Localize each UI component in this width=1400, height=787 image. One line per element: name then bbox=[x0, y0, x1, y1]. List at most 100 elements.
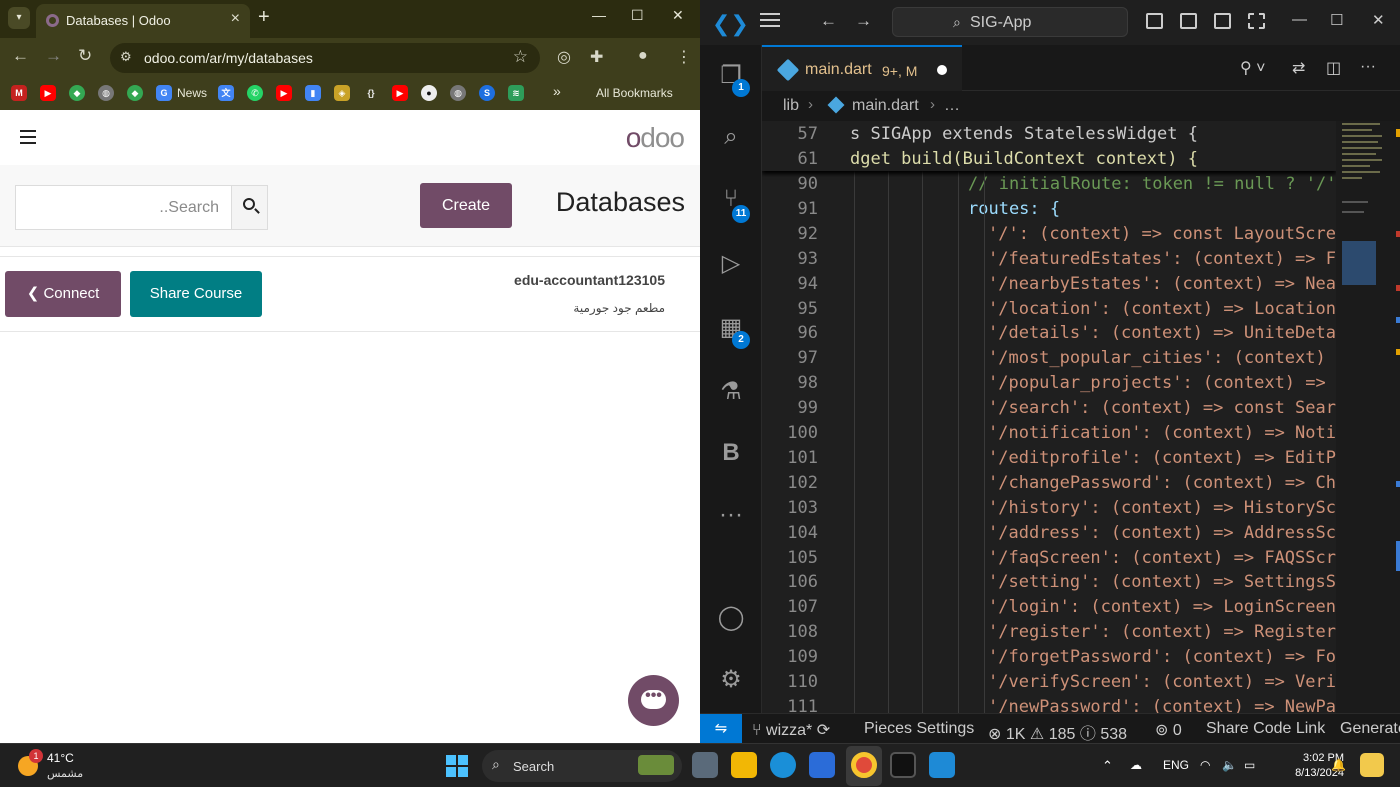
hamburger-menu-icon[interactable] bbox=[20, 130, 36, 144]
unsaved-dot-icon[interactable] bbox=[937, 65, 947, 75]
pieces-settings[interactable]: Pieces Settings bbox=[864, 720, 974, 738]
nav-back-icon[interactable]: ← bbox=[820, 11, 837, 31]
store-icon[interactable] bbox=[809, 752, 835, 778]
editor-tab-main-dart[interactable]: main.dart 9+, M bbox=[762, 45, 962, 91]
windows-start-icon[interactable] bbox=[446, 755, 468, 777]
crypto-bookmark-icon[interactable]: ◈ bbox=[334, 85, 350, 101]
split-editor-icon[interactable]: ◫ bbox=[1326, 58, 1341, 78]
testing-flask-icon[interactable]: ⚗ bbox=[716, 377, 746, 407]
ports-status[interactable]: ⊚ 0 bbox=[1155, 720, 1182, 740]
generate-status[interactable]: Generate bbox=[1340, 720, 1400, 738]
weather-temperature[interactable]: 41°C bbox=[47, 751, 74, 765]
profile-avatar-icon[interactable]: ● bbox=[638, 47, 648, 65]
volume-icon[interactable]: 🔈 bbox=[1222, 758, 1237, 772]
problems-status[interactable]: ⊗ 1K ⚠ 185 ⓘ 538 bbox=[988, 720, 1127, 744]
maximize-icon[interactable]: ☐ bbox=[631, 7, 644, 24]
github-bookmark-icon[interactable]: ● bbox=[421, 85, 437, 101]
maps-bookmark-icon[interactable]: ◆ bbox=[69, 85, 85, 101]
close-window-icon[interactable]: ✕ bbox=[672, 7, 684, 24]
bookmark-star-icon[interactable]: ☆ bbox=[513, 47, 528, 67]
terminal-icon[interactable] bbox=[890, 752, 916, 778]
youtube-bookmark-icon-3[interactable]: ▶ bbox=[392, 85, 408, 101]
more-bookmarks-icon[interactable]: » bbox=[553, 83, 561, 99]
branch-status[interactable]: ⑂ wizza* ⟳ bbox=[752, 720, 830, 740]
odoo-logo[interactable]: oodoodoo bbox=[626, 122, 685, 154]
tab-close-icon[interactable]: × bbox=[231, 10, 240, 28]
breadcrumb-file[interactable]: main.dart bbox=[852, 97, 919, 115]
tab-search-dropdown-icon[interactable]: ▾ bbox=[8, 7, 30, 29]
chrome-icon[interactable] bbox=[851, 752, 877, 778]
analytics-bookmark-icon[interactable]: ▮ bbox=[305, 85, 321, 101]
layers-bookmark-icon[interactable]: ≋ bbox=[508, 85, 524, 101]
gmail-bookmark-icon[interactable]: M bbox=[11, 85, 27, 101]
vscode-maximize-icon[interactable]: ☐ bbox=[1330, 11, 1343, 29]
whatsapp-bookmark-icon[interactable]: ✆ bbox=[247, 85, 263, 101]
manage-gear-icon[interactable]: ⚙ bbox=[716, 665, 746, 695]
create-button[interactable]: Create bbox=[420, 183, 512, 228]
compare-changes-icon[interactable]: ⇄ bbox=[1292, 58, 1305, 78]
input-language[interactable]: ENG bbox=[1163, 758, 1189, 772]
copilot-icon[interactable] bbox=[1360, 753, 1384, 777]
minimap[interactable] bbox=[1336, 121, 1400, 713]
news-bookmark-label[interactable]: News bbox=[177, 86, 207, 100]
reload-icon[interactable]: ↻ bbox=[78, 46, 92, 66]
forward-icon[interactable]: → bbox=[45, 46, 62, 66]
tab-databases[interactable]: Databases | Odoo × bbox=[36, 4, 250, 38]
youtube-bookmark-icon[interactable]: ▶ bbox=[40, 85, 56, 101]
maps-bookmark-icon-2[interactable]: ◆ bbox=[127, 85, 143, 101]
sticky-scroll[interactable]: 57 s SIGApp extends StatelessWidget { 61… bbox=[762, 121, 1336, 171]
notification-bell-icon[interactable]: 🔔 bbox=[1331, 758, 1346, 772]
back-icon[interactable]: ← bbox=[12, 46, 29, 66]
run-debug-icon[interactable]: ▷ bbox=[716, 249, 746, 279]
toggle-secondary-sidebar-icon[interactable] bbox=[1214, 13, 1231, 29]
vscode-close-icon[interactable]: ✕ bbox=[1372, 11, 1385, 29]
globe-bookmark-icon-2[interactable]: ◍ bbox=[450, 85, 466, 101]
more-views-icon[interactable]: ··· bbox=[716, 501, 746, 531]
vscode-taskbar-icon[interactable] bbox=[929, 752, 955, 778]
tray-overflow-icon[interactable]: ⌃ bbox=[1102, 758, 1113, 774]
toggle-panel-icon[interactable] bbox=[1180, 13, 1197, 29]
share-course-button[interactable]: Share Course bbox=[130, 271, 262, 317]
toggle-sidebar-icon[interactable] bbox=[1146, 13, 1163, 29]
edge-icon[interactable] bbox=[770, 752, 796, 778]
wifi-icon[interactable]: ◠ bbox=[1200, 758, 1210, 772]
all-bookmarks-folder[interactable]: All Bookmarks bbox=[596, 86, 673, 100]
globe-bookmark-icon[interactable]: ◍ bbox=[98, 85, 114, 101]
customize-layout-icon[interactable] bbox=[1248, 13, 1265, 29]
translate-bookmark-icon[interactable]: 文 bbox=[218, 85, 234, 101]
remote-indicator-icon[interactable]: ⇋ bbox=[700, 714, 742, 744]
nav-forward-icon[interactable]: → bbox=[855, 11, 872, 31]
json-bookmark-icon[interactable]: {} bbox=[363, 85, 379, 101]
vscode-minimize-icon[interactable]: — bbox=[1292, 11, 1307, 28]
search-button[interactable] bbox=[231, 185, 268, 230]
s-bookmark-icon[interactable]: S bbox=[479, 85, 495, 101]
command-center[interactable]: ⌕ SIG-App bbox=[892, 7, 1128, 37]
menu-icon[interactable] bbox=[760, 13, 780, 27]
file-explorer-icon[interactable] bbox=[731, 752, 757, 778]
address-bar[interactable]: ⚙ odoo.com/ar/my/databases ☆ bbox=[110, 43, 540, 73]
share-code-link[interactable]: Share Code Link bbox=[1206, 720, 1325, 738]
task-view-icon[interactable] bbox=[692, 752, 718, 778]
youtube-bookmark-icon-2[interactable]: ▶ bbox=[276, 85, 292, 101]
accounts-icon[interactable]: ◯ bbox=[716, 603, 746, 633]
livechat-button[interactable]: ••• bbox=[628, 675, 679, 726]
site-info-icon[interactable]: ⚙ bbox=[120, 49, 132, 65]
taskbar-search[interactable]: ⌕ Search bbox=[482, 750, 682, 782]
code-editor[interactable]: 57 s SIGApp extends StatelessWidget { 61… bbox=[762, 121, 1336, 713]
search-sidebar-icon[interactable]: ⌕ bbox=[716, 123, 746, 153]
run-debug-dropdown-icon[interactable]: ⚲ ˅ bbox=[1240, 58, 1266, 78]
connect-button[interactable]: ❮ Connect bbox=[5, 271, 121, 317]
extension-target-icon[interactable]: ◎ bbox=[557, 47, 571, 67]
breadcrumb-folder[interactable]: lib bbox=[783, 97, 799, 115]
new-tab-icon[interactable]: + bbox=[258, 6, 270, 29]
breadcrumb-symbols[interactable]: … bbox=[944, 97, 960, 115]
battery-icon[interactable]: ▭ bbox=[1244, 758, 1255, 772]
news-bookmark-icon[interactable]: G bbox=[156, 85, 172, 101]
minimize-icon[interactable]: — bbox=[592, 7, 606, 23]
search-input[interactable]: ..Search bbox=[15, 185, 232, 230]
b-extension-icon[interactable]: B bbox=[716, 439, 746, 469]
browser-menu-icon[interactable]: ⋮ bbox=[676, 47, 692, 67]
editor-more-actions-icon[interactable]: ··· bbox=[1360, 58, 1376, 76]
extensions-puzzle-icon[interactable]: ✚ bbox=[590, 47, 603, 67]
tray-weather-icon[interactable]: ☁ bbox=[1130, 758, 1142, 772]
